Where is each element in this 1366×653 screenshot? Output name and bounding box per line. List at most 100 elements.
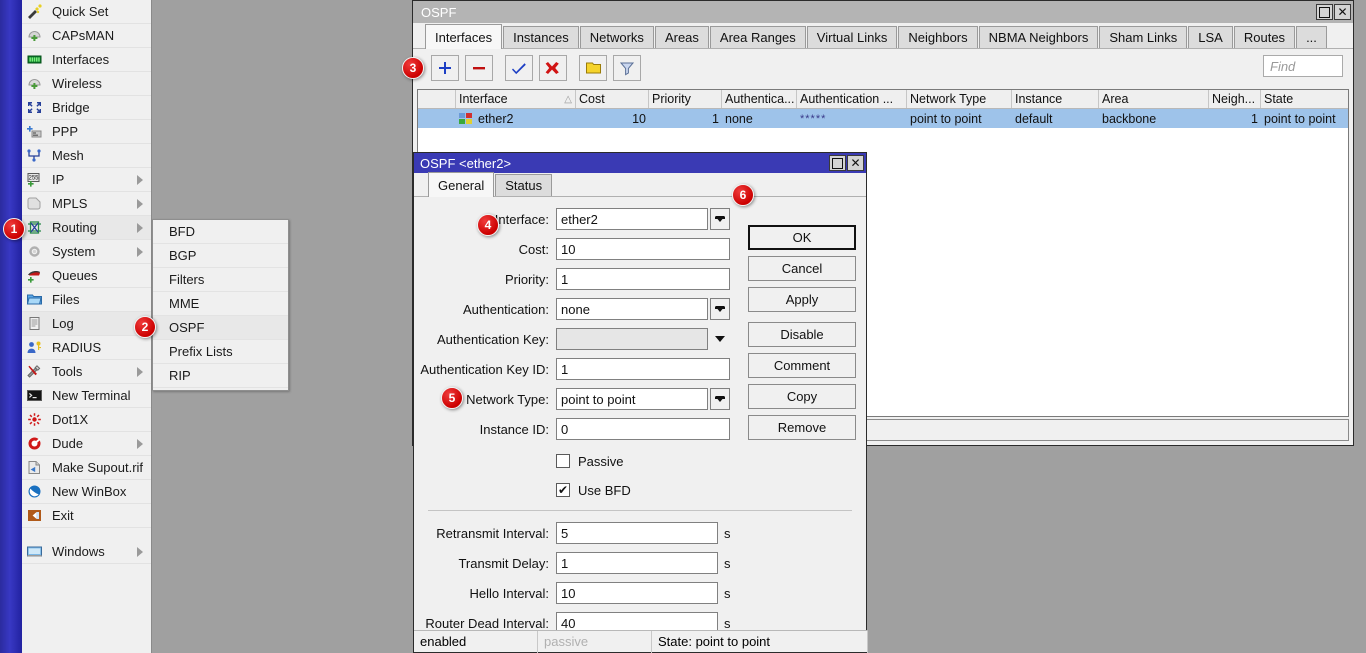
close-icon[interactable]: ✕ — [847, 155, 864, 171]
dialog-tab-general[interactable]: General — [428, 172, 494, 197]
hello-interval-field[interactable]: 10 — [556, 582, 718, 604]
sidebar-item-new-terminal[interactable]: New Terminal — [22, 384, 151, 408]
tab-instances[interactable]: Instances — [503, 26, 579, 48]
cost-field[interactable]: 10 — [556, 238, 730, 260]
table-column-header[interactable]: Area — [1099, 90, 1209, 108]
capsman-icon — [26, 28, 46, 44]
filter-button[interactable] — [613, 55, 641, 81]
sidebar-item-mesh[interactable]: Mesh — [22, 144, 151, 168]
dropdown-arrow-icon[interactable] — [710, 328, 730, 350]
maximize-icon[interactable] — [829, 155, 846, 171]
priority-field[interactable]: 1 — [556, 268, 730, 290]
retransmit-interval-field[interactable]: 5 — [556, 522, 718, 544]
tab-sham-links[interactable]: Sham Links — [1099, 26, 1187, 48]
sidebar-item-system[interactable]: System — [22, 240, 151, 264]
find-input[interactable]: Find — [1263, 55, 1343, 77]
table-column-header[interactable]: Instance — [1012, 90, 1099, 108]
table-cell-text: none — [725, 112, 753, 126]
sidebar-item-exit[interactable]: Exit — [22, 504, 151, 528]
submenu-item-prefix-lists[interactable]: Prefix Lists — [153, 340, 288, 364]
table-column-header[interactable]: State — [1261, 90, 1349, 108]
apply-button[interactable]: Apply — [748, 287, 856, 312]
disable-button[interactable] — [539, 55, 567, 81]
checkbox-label: Use BFD — [578, 483, 631, 498]
sidebar-item-make-supout-rif[interactable]: Make Supout.rif — [22, 456, 151, 480]
submenu-item-mme[interactable]: MME — [153, 292, 288, 316]
instance-id-field[interactable]: 0 — [556, 418, 730, 440]
maximize-icon[interactable] — [1316, 4, 1333, 20]
sidebar-item-tools[interactable]: Tools — [22, 360, 151, 384]
field-label: Instance ID: — [414, 422, 556, 437]
remove-button[interactable]: Remove — [748, 415, 856, 440]
authentication-key-field[interactable] — [556, 328, 708, 350]
remove-button[interactable] — [465, 55, 493, 81]
submenu-item-rip[interactable]: RIP — [153, 364, 288, 388]
table-column-header[interactable]: Neigh... — [1209, 90, 1261, 108]
submenu-item-bfd[interactable]: BFD — [153, 220, 288, 244]
table-cell-text: 1 — [712, 112, 719, 126]
dropdown-arrow-icon[interactable] — [710, 388, 730, 410]
sidebar-item-dude[interactable]: Dude — [22, 432, 151, 456]
transmit-delay-field[interactable]: 1 — [556, 552, 718, 574]
tab--[interactable]: ... — [1296, 26, 1327, 48]
tab-areas[interactable]: Areas — [655, 26, 709, 48]
copy-button[interactable]: Copy — [748, 384, 856, 409]
tab-interfaces[interactable]: Interfaces — [425, 24, 502, 49]
tab-nbma-neighbors[interactable]: NBMA Neighbors — [979, 26, 1099, 48]
disable-button[interactable]: Disable — [748, 322, 856, 347]
table-column-header[interactable]: Priority — [649, 90, 722, 108]
sidebar-item-mpls[interactable]: MPLS — [22, 192, 151, 216]
dropdown-arrow-icon[interactable] — [710, 208, 730, 230]
tab-virtual-links[interactable]: Virtual Links — [807, 26, 898, 48]
sidebar-item-ip[interactable]: 255IP — [22, 168, 151, 192]
sidebar-item-dot1x[interactable]: Dot1X — [22, 408, 151, 432]
sidebar-item-files[interactable]: Files — [22, 288, 151, 312]
tab-networks[interactable]: Networks — [580, 26, 654, 48]
tab-lsa[interactable]: LSA — [1188, 26, 1233, 48]
submenu-item-filters[interactable]: Filters — [153, 268, 288, 292]
sidebar-item-wireless[interactable]: Wireless — [22, 72, 151, 96]
add-button[interactable] — [431, 55, 459, 81]
sidebar-item-log[interactable]: Log — [22, 312, 151, 336]
cancel-button[interactable]: Cancel — [748, 256, 856, 281]
authentication-key-id-field[interactable]: 1 — [556, 358, 730, 380]
dialog-tab-status[interactable]: Status — [495, 174, 552, 196]
table-column-header[interactable]: Cost — [576, 90, 649, 108]
table-column-header[interactable]: Authentica... — [722, 90, 797, 108]
enable-button[interactable] — [505, 55, 533, 81]
submenu-item-ospf[interactable]: OSPF — [153, 316, 288, 340]
table-column-label: Interface — [459, 92, 508, 106]
passive-checkbox[interactable] — [556, 454, 570, 468]
dropdown-arrow-icon[interactable] — [710, 298, 730, 320]
sidebar-item-capsman[interactable]: CAPsMAN — [22, 24, 151, 48]
tab-routes[interactable]: Routes — [1234, 26, 1295, 48]
mpls-icon — [26, 196, 46, 212]
sidebar-item-quick-set[interactable]: Quick Set — [22, 0, 151, 24]
table-column-header[interactable]: Network Type — [907, 90, 1012, 108]
ok-button[interactable]: OK — [748, 225, 856, 250]
table-column-header[interactable]: Authentication ... — [797, 90, 907, 108]
sidebar-item-ppp[interactable]: PPP — [22, 120, 151, 144]
tab-area-ranges[interactable]: Area Ranges — [710, 26, 806, 48]
sidebar-item-new-winbox[interactable]: New WinBox — [22, 480, 151, 504]
comment-button[interactable] — [579, 55, 607, 81]
network-type-field[interactable]: point to point — [556, 388, 708, 410]
close-icon[interactable]: ✕ — [1334, 4, 1351, 20]
table-column-header[interactable] — [418, 90, 456, 108]
tab-neighbors[interactable]: Neighbors — [898, 26, 977, 48]
sidebar-item-queues[interactable]: Queues — [22, 264, 151, 288]
interface-field[interactable]: ether2 — [556, 208, 708, 230]
table-row[interactable]: ether2101none*****point to pointdefaultb… — [418, 109, 1348, 128]
use-bfd-checkbox[interactable]: ✔ — [556, 483, 570, 497]
sidebar-item-label: Queues — [52, 268, 151, 283]
sidebar-item-bridge[interactable]: Bridge — [22, 96, 151, 120]
sidebar-item-interfaces[interactable]: Interfaces — [22, 48, 151, 72]
table-column-header[interactable]: Interface△ — [456, 90, 576, 108]
comment-button[interactable]: Comment — [748, 353, 856, 378]
sidebar-item-routing[interactable]: Routing — [22, 216, 151, 240]
authentication-field[interactable]: none — [556, 298, 708, 320]
sidebar-item-radius[interactable]: RADIUS — [22, 336, 151, 360]
sidebar-item-label: New Terminal — [52, 388, 151, 403]
sidebar-item-windows[interactable]: Windows — [22, 540, 151, 564]
submenu-item-bgp[interactable]: BGP — [153, 244, 288, 268]
